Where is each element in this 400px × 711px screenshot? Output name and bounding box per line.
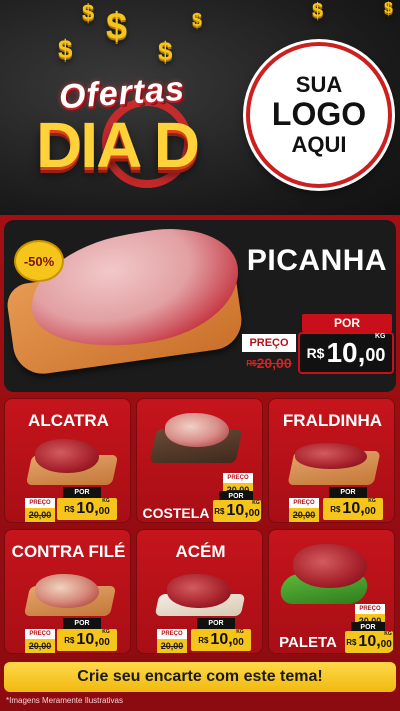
acem-image [167,574,231,608]
dollar-sign-icon: $ [82,0,95,25]
currency: R$ [64,635,75,645]
old-price-label: PREÇO [242,334,296,352]
dollar-sign-icon: $ [312,0,324,22]
currency: R$ [330,504,341,514]
price-cents-wrap: 00 KG [98,498,110,517]
new-price: R$ 10, 00 KG [345,631,393,653]
price-cents-wrap: 00 KG [98,629,110,648]
fraldinha-image [295,443,367,469]
dollar-sign-icon: $ [192,10,203,30]
product-card-acem: ACÉM POR PREÇO 20,00 R$ 10, 00 KG [136,529,263,654]
unit-label: KG [102,629,110,635]
old-price-label: PREÇO [223,473,253,483]
offers-section: -50% PICANHA PREÇO R$ 20,00 POR R$ 10, 0… [0,215,400,711]
price-integer: 10, [210,631,233,648]
price-cents: 00 [98,506,110,517]
price-cents-wrap: 00 KG [380,631,392,650]
price-cents-wrap: 00 KG [232,629,244,648]
old-price: 20,00 [289,508,319,522]
ofertas-dia-d-logo: Ofertas DIA D [12,62,222,192]
old-price-currency: R$ [246,358,257,368]
new-price: R$ 10, 00 KG [213,500,261,522]
new-price-label: POR [63,618,101,629]
price-cents: 00 [364,506,376,517]
contra-file-image [35,574,99,608]
price-integer: 10, [226,502,249,519]
unit-label: KG [236,629,244,635]
old-price-label: PREÇO [157,629,187,639]
dollar-sign-icon: $ [58,34,73,64]
product-name: CONTRA FILÉ [11,542,126,561]
product-name: COSTELA [142,505,210,521]
new-price-currency: R$ [306,345,325,361]
old-price: 20,00 [157,639,187,653]
new-price-label: POR [329,487,367,498]
price-integer: 10, [358,633,381,650]
price-integer: 10, [342,500,365,517]
currency: R$ [64,504,75,514]
new-price: R$ 10, 00 KG [323,498,383,520]
featured-offer-card: -50% PICANHA PREÇO R$ 20,00 POR R$ 10, 0… [4,216,396,392]
price-cents: 00 [232,637,244,648]
old-price-label: PREÇO [25,498,55,508]
product-name: ACÉM [175,542,226,561]
dollar-sign-icon: $ [106,6,128,48]
product-card-fraldinha: FRALDINHA POR PREÇO 20,00 R$ 10, 00 KG [268,398,395,523]
product-name: PALETA [279,634,337,651]
hero-banner: $ $ $ $ $ $ $ Ofertas DIA D SUA LOGO AQU… [0,0,400,215]
alcatra-image [35,439,99,473]
new-price-cents: 00 [365,345,386,365]
price-cents-wrap: 00 KG [248,500,260,519]
old-price-value: 20,00 [256,355,292,371]
old-price-label: PREÇO [25,629,55,639]
new-price-integer: 10, [326,337,366,368]
old-price: R$ 20,00 [242,352,296,374]
unit-label: KG [374,333,386,340]
new-price-label: POR [302,314,392,332]
price-integer: 10, [76,631,99,648]
paleta-image [293,544,367,588]
old-price: 20,00 [25,639,55,653]
new-price: R$ 10, 00 KG [298,332,394,374]
price-cents: 00 [248,508,260,519]
price-integer: 10, [76,500,99,517]
product-card-alcatra: ALCATRA POR PREÇO 20,00 R$ 10, 00 KG [4,398,131,523]
product-name: FRALDINHA [282,411,383,430]
product-card-contra-file: CONTRA FILÉ POR PREÇO 20,00 R$ 10, 00 KG [4,529,131,654]
new-price: R$ 10, 00 KG [57,498,117,520]
featured-product-name: PICANHA [246,244,388,277]
unit-label: KG [384,631,392,637]
currency: R$ [346,637,357,647]
price-cents: 00 [98,637,110,648]
old-price-label: PREÇO [289,498,319,508]
new-price-cents-wrap: 00 KG [365,333,386,366]
discount-badge: -50% [14,240,64,282]
new-price-label: POR [63,487,101,498]
product-card-costela: PREÇO 20,00 POR COSTELA R$ 10, 00 KG [136,398,263,523]
logo-placeholder-line: SUA [295,72,343,98]
create-flyer-button[interactable]: Crie seu encarte com este tema! [4,662,396,692]
new-price-label: POR [197,618,235,629]
image-disclaimer: *Imagens Meramente Ilustrativas [6,696,123,705]
price-cents: 00 [380,639,392,650]
new-price: R$ 10, 00 KG [191,629,251,651]
old-price: 20,00 [25,508,55,522]
currency: R$ [198,635,209,645]
costela-image [165,413,229,447]
product-card-paleta: PREÇO 20,00 POR PALETA R$ 10, 00 KG [268,529,395,654]
logo-placeholder: SUA LOGO AQUI [246,42,392,188]
logo-placeholder-line: AQUI [291,131,347,157]
logo-dia-d-text: DIA D [36,109,200,181]
price-cents-wrap: 00 KG [364,498,376,517]
product-name: ALCATRA [28,411,109,430]
new-price: R$ 10, 00 KG [57,629,117,651]
unit-label: KG [368,498,376,504]
dollar-sign-icon: $ [384,0,393,17]
logo-placeholder-line: LOGO [271,96,367,133]
unit-label: KG [102,498,110,504]
currency: R$ [214,506,225,516]
unit-label: KG [252,500,260,506]
old-price-label: PREÇO [355,604,385,614]
